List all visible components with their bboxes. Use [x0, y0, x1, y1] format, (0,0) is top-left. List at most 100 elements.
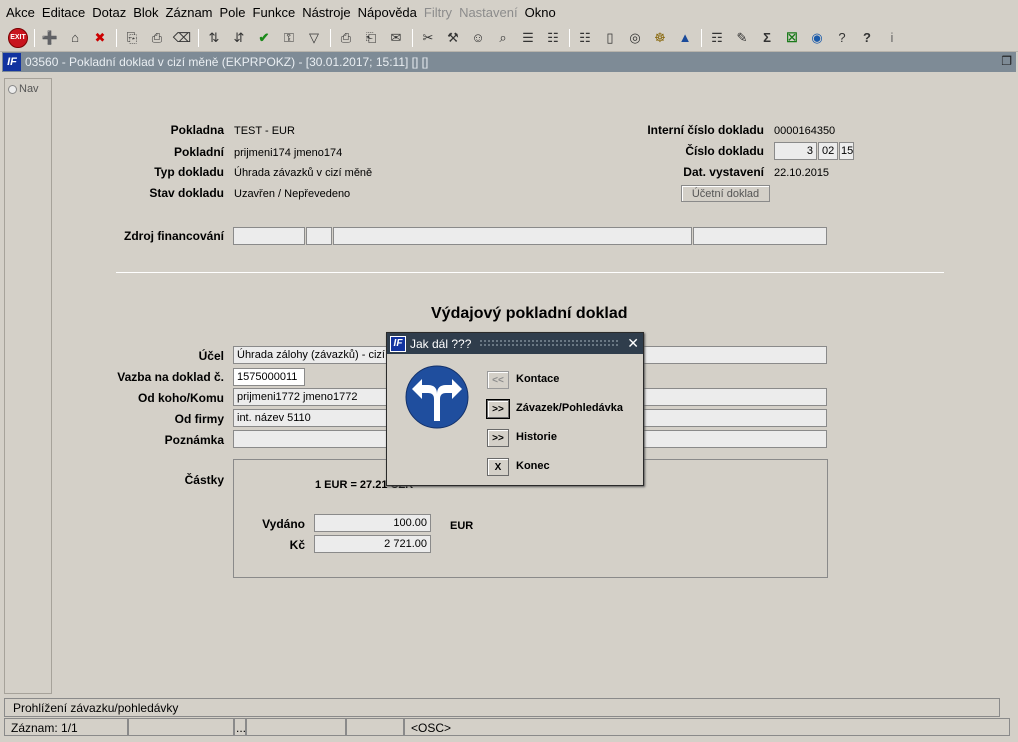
copy-icon[interactable]: ⎘ — [122, 28, 142, 48]
graph-icon[interactable]: ☶ — [707, 28, 727, 48]
document-icon[interactable]: ▯ — [600, 28, 620, 48]
paste-icon[interactable]: ⎙ — [147, 28, 167, 48]
menu-akce[interactable]: Akce — [6, 5, 35, 20]
exit-icon[interactable]: EXIT — [8, 27, 28, 48]
status-row: Záznam: 1/1 ... <OSC> — [4, 718, 1014, 737]
menu-editace[interactable]: Editace — [42, 5, 85, 20]
zdroj-financovani-field-4[interactable] — [693, 227, 827, 245]
sort-ascending-icon[interactable]: ⇅ — [204, 28, 224, 48]
jak-dal-dialog: IF Jak dál ??? ✕ << Kontace >> Závazek/P… — [386, 332, 644, 486]
vydano-field[interactable]: 100.00 — [314, 514, 431, 532]
filter-icon[interactable]: ▽ — [304, 28, 324, 48]
mode-indicator: <OSC> — [404, 718, 1010, 736]
globe-icon[interactable]: ◎ — [625, 28, 645, 48]
vydano-label: Vydáno — [262, 517, 305, 531]
zdroj-financovani-field-3[interactable] — [333, 227, 692, 245]
report-icon[interactable]: ☷ — [575, 28, 595, 48]
toolbar-separator — [330, 28, 331, 47]
web-icon[interactable]: ◉ — [807, 28, 827, 48]
nav-label: Nav — [19, 83, 39, 95]
window-title-bar: IF 03560 - Pokladní doklad v cizí měně (… — [2, 52, 1016, 72]
excel-icon[interactable]: ☒ — [782, 28, 802, 48]
menu-bar: Akce Editace Dotaz Blok Záznam Pole Funk… — [0, 0, 1018, 24]
tools-icon[interactable]: ⚒ — [443, 28, 463, 48]
help-icon[interactable]: ? — [857, 28, 877, 48]
menu-pole[interactable]: Pole — [220, 5, 246, 20]
chart-icon[interactable]: ▲ — [675, 28, 695, 48]
menu-nastroje[interactable]: Nástroje — [302, 5, 350, 20]
poznamka-label: Poznámka — [164, 433, 224, 447]
kontace-button: << — [487, 371, 509, 389]
toolbar-separator — [198, 28, 199, 47]
nav-button[interactable]: Nav — [8, 83, 39, 95]
castky-label: Částky — [184, 473, 224, 487]
tree-icon[interactable]: ☷ — [543, 28, 563, 48]
cislo-dokladu-field-1[interactable]: 3 — [774, 142, 817, 160]
info-icon[interactable]: i — [882, 28, 902, 48]
print-icon[interactable]: ⎙ — [336, 28, 356, 48]
record-counter: Záznam: 1/1 — [4, 718, 128, 736]
sum-icon[interactable]: Σ — [757, 28, 777, 48]
toolbar-separator — [34, 28, 35, 47]
mail-icon[interactable]: ✉ — [386, 28, 406, 48]
menu-nastaveni: Nastavení — [459, 4, 518, 20]
menu-filtry: Filtry — [423, 4, 453, 20]
cislo-dokladu-field-2[interactable]: 02 — [818, 142, 838, 160]
toolbar-separator — [569, 28, 570, 47]
insert-record-icon[interactable]: ➕ — [40, 28, 60, 48]
datum-vystaveni-value: 22.10.2015 — [774, 167, 830, 179]
menu-dotaz[interactable]: Dotaz — [92, 5, 126, 20]
historie-button[interactable]: >> — [487, 429, 509, 447]
save-icon[interactable]: ⌂ — [65, 28, 85, 48]
cut-icon[interactable]: ✂ — [418, 28, 438, 48]
section-title: Výdajový pokladní doklad — [431, 305, 628, 322]
restore-window-icon[interactable]: ❐ — [1001, 54, 1012, 68]
konec-button[interactable]: X — [487, 458, 509, 476]
od-firmy-label: Od firmy — [174, 412, 224, 426]
close-icon[interactable]: ✕ — [627, 335, 639, 352]
menu-okno[interactable]: Okno — [525, 5, 556, 20]
status-segment — [346, 718, 404, 736]
status-message: Prohlížení závazku/pohledávky — [4, 698, 1000, 717]
cislo-dokladu-field-3[interactable]: 15 — [839, 142, 854, 160]
menu-napoveda[interactable]: Nápověda — [358, 5, 417, 20]
list-icon[interactable]: ☰ — [518, 28, 538, 48]
delete-record-icon[interactable]: ✖ — [90, 28, 110, 48]
toolbar: EXIT ➕ ⌂ ✖ ⎘ ⎙ ⌫ ⇅ ⇵ ✔ ⚿ ▽ ⎙ ⎗ ✉ ✂ ⚒ ☺ ⌕… — [0, 24, 1018, 52]
app-logo-icon: IF — [3, 53, 21, 71]
zdroj-financovani-field-2[interactable] — [306, 227, 332, 245]
search-users-icon[interactable]: ⌕ — [493, 28, 513, 48]
toolbar-separator — [412, 28, 413, 47]
currency-label: EUR — [450, 520, 474, 532]
ucetni-doklad-button[interactable]: Účetní doklad — [681, 185, 770, 202]
zavazek-pohledavka-button[interactable]: >> — [486, 399, 510, 419]
zdroj-financovani-field-1[interactable] — [233, 227, 305, 245]
konec-label: Konec — [516, 460, 550, 472]
datum-vystaveni-label: Dat. vystavení — [683, 165, 764, 179]
users-icon[interactable]: ☺ — [468, 28, 488, 48]
status-dots: ... — [234, 718, 246, 736]
clear-icon[interactable]: ⌫ — [172, 28, 192, 48]
stav-dokladu-value: Uzavřen / Nepřevedeno — [234, 188, 351, 200]
settings-icon[interactable]: ☸ — [650, 28, 670, 48]
menu-funkce[interactable]: Funkce — [253, 5, 296, 20]
status-segment — [246, 718, 346, 736]
interni-cislo-label: Interní číslo dokladu — [647, 123, 764, 137]
stav-dokladu-label: Stav dokladu — [149, 186, 224, 200]
toolbar-separator — [116, 28, 117, 47]
menu-blok[interactable]: Blok — [133, 5, 158, 20]
key-icon[interactable]: ⚿ — [279, 28, 299, 48]
help-index-icon[interactable]: ? — [832, 28, 852, 48]
status-bar: Prohlížení závazku/pohledávky Záznam: 1/… — [4, 698, 1014, 742]
edit-doc-icon[interactable]: ✎ — [732, 28, 752, 48]
toolbar-separator — [701, 28, 702, 47]
kc-field[interactable]: 2 721.00 — [314, 535, 431, 553]
vazba-field[interactable]: 1575000011 — [233, 368, 305, 386]
kc-label: Kč — [289, 538, 305, 552]
print-preview-icon[interactable]: ⎗ — [361, 28, 381, 48]
checkmark-icon[interactable]: ✔ — [254, 28, 274, 48]
sort-descending-icon[interactable]: ⇵ — [229, 28, 249, 48]
window-title: 03560 - Pokladní doklad v cizí měně (EKP… — [25, 55, 429, 69]
menu-zaznam[interactable]: Záznam — [166, 5, 213, 20]
app-logo-icon: IF — [390, 335, 406, 352]
